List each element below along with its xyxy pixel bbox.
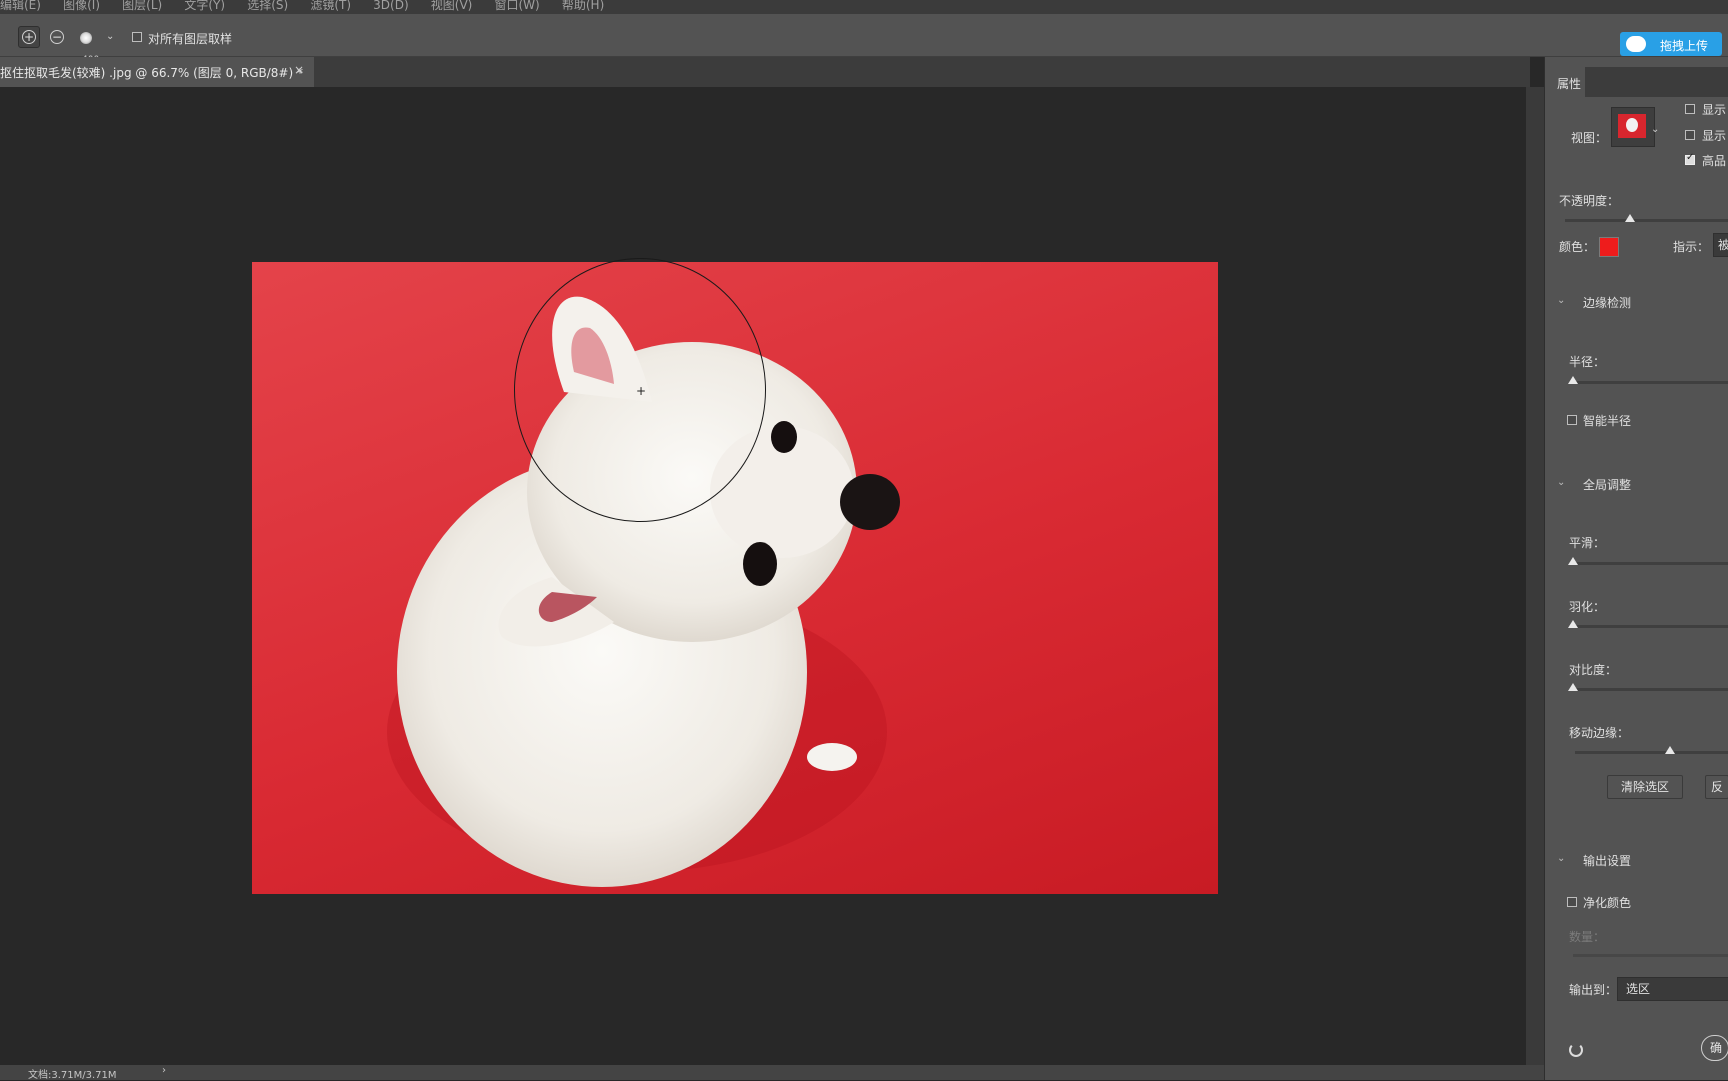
view-mode-selector[interactable] xyxy=(1611,107,1655,147)
high-quality-checkbox[interactable] xyxy=(1685,152,1695,165)
ok-button[interactable]: 确 xyxy=(1701,1035,1728,1061)
document-tab[interactable]: 抠住抠取毛发(较难) .jpg @ 66.7% (图层 0, RGB/8#) *… xyxy=(0,57,314,87)
smooth-slider-thumb[interactable] xyxy=(1568,557,1578,565)
output-to-select[interactable]: 选区 xyxy=(1617,977,1728,1001)
invert-button[interactable]: 反 xyxy=(1705,775,1728,799)
opacity-slider[interactable] xyxy=(1565,219,1728,222)
sample-all-layers-checkbox[interactable] xyxy=(132,32,142,42)
tab-properties[interactable]: 属性 xyxy=(1545,67,1585,97)
feather-slider-thumb[interactable] xyxy=(1568,620,1578,628)
decontaminate-label: 净化颜色 xyxy=(1583,896,1632,910)
indicate-select[interactable]: 被 xyxy=(1713,233,1728,257)
view-thumb-preview xyxy=(1618,114,1646,138)
high-quality-label: 高品 xyxy=(1702,154,1727,168)
document-tab-bar: 抠住抠取毛发(较难) .jpg @ 66.7% (图层 0, RGB/8#) *… xyxy=(0,57,1530,87)
contrast-slider-thumb[interactable] xyxy=(1568,683,1578,691)
vertical-scrollbar[interactable] xyxy=(1526,87,1544,1065)
shift-edge-label: 移动边缘： xyxy=(1569,726,1630,740)
global-refine-chevron-icon[interactable]: ⌄ xyxy=(1557,477,1565,488)
menu-filter[interactable]: 滤镜(T) xyxy=(310,0,351,11)
contrast-slider[interactable] xyxy=(1573,688,1728,691)
properties-panel: 属性 视图： ⌄ 显示 显示 高品 不透明度： 颜色： 指示： 被 ⌄ 边缘检测… xyxy=(1544,57,1728,1080)
cloud-icon xyxy=(1626,36,1646,52)
global-refine-heading[interactable]: 全局调整 xyxy=(1583,476,1631,493)
brush-preview-icon[interactable] xyxy=(80,32,92,44)
document-tab-title: 抠住抠取毛发(较难) .jpg @ 66.7% (图层 0, RGB/8#) * xyxy=(0,66,303,80)
reset-icon[interactable] xyxy=(1569,1043,1583,1057)
sample-all-layers-label: 对所有图层取样 xyxy=(148,32,233,46)
menu-layer[interactable]: 图层(L) xyxy=(122,0,162,11)
feather-slider[interactable] xyxy=(1573,625,1728,628)
view-label: 视图： xyxy=(1571,131,1608,145)
show-original-label: 显示 xyxy=(1702,129,1727,143)
crosshair-icon: + xyxy=(636,384,647,398)
indicate-label: 指示： xyxy=(1673,240,1710,254)
options-bar: + − 400 ⌄ 对所有图层取样 拖拽上传 xyxy=(0,14,1728,65)
edge-detection-heading[interactable]: 边缘检测 xyxy=(1583,294,1631,311)
menu-edit[interactable]: 编辑(E) xyxy=(0,0,41,11)
opacity-slider-thumb[interactable] xyxy=(1625,214,1635,222)
output-to-label: 输出到： xyxy=(1569,983,1618,997)
brush-dropdown-chevron-icon[interactable]: ⌄ xyxy=(106,31,114,42)
shift-edge-slider-thumb[interactable] xyxy=(1665,746,1675,754)
amount-slider xyxy=(1573,954,1728,957)
plus-circle-icon: + xyxy=(22,30,36,44)
minus-circle-icon: − xyxy=(50,30,64,44)
opacity-label: 不透明度： xyxy=(1559,194,1620,208)
clear-selection-button[interactable]: 清除选区 xyxy=(1607,775,1683,799)
menu-help[interactable]: 帮助(H) xyxy=(562,0,604,11)
edge-detection-chevron-icon[interactable]: ⌄ xyxy=(1557,295,1565,306)
document-size: 文档:3.71M/3.71M xyxy=(28,1070,117,1081)
menu-view[interactable]: 视图(V) xyxy=(431,0,473,11)
properties-panel-header: 属性 xyxy=(1545,67,1728,97)
smooth-label: 平滑： xyxy=(1569,536,1606,550)
feather-label: 羽化： xyxy=(1569,600,1606,614)
overlay-color-swatch[interactable] xyxy=(1599,237,1619,257)
decontaminate-checkbox[interactable] xyxy=(1567,897,1577,907)
status-bar: 文档:3.71M/3.71M › xyxy=(0,1065,1544,1081)
menu-image[interactable]: 图像(I) xyxy=(63,0,100,11)
radius-slider[interactable] xyxy=(1573,381,1728,384)
show-edge-label: 显示 xyxy=(1702,103,1727,117)
subtract-from-selection-button[interactable]: − xyxy=(46,26,68,48)
smart-radius-checkbox[interactable] xyxy=(1567,415,1577,425)
show-original-checkbox[interactable] xyxy=(1685,130,1695,140)
dog-thumb-icon xyxy=(1626,118,1638,132)
view-dropdown-chevron-icon[interactable]: ⌄ xyxy=(1651,124,1659,135)
menu-select[interactable]: 选择(S) xyxy=(247,0,288,11)
menu-type[interactable]: 文字(Y) xyxy=(184,0,225,11)
output-settings-chevron-icon[interactable]: ⌄ xyxy=(1557,853,1565,864)
radius-slider-thumb[interactable] xyxy=(1568,376,1578,384)
show-edge-checkbox[interactable] xyxy=(1685,104,1695,114)
radius-label: 半径： xyxy=(1569,355,1606,369)
smooth-slider[interactable] xyxy=(1573,562,1728,565)
upload-button[interactable]: 拖拽上传 xyxy=(1620,32,1722,56)
contrast-label: 对比度： xyxy=(1569,663,1618,677)
close-icon[interactable]: × xyxy=(294,63,304,77)
add-to-selection-button[interactable]: + xyxy=(18,26,40,48)
status-menu-arrow[interactable]: › xyxy=(162,1065,166,1076)
upload-button-label: 拖拽上传 xyxy=(1660,39,1709,53)
menu-window[interactable]: 窗口(W) xyxy=(495,0,540,11)
output-settings-heading[interactable]: 输出设置 xyxy=(1583,852,1631,869)
shift-edge-slider[interactable] xyxy=(1575,751,1728,754)
color-label: 颜色： xyxy=(1559,240,1596,254)
menu-3d[interactable]: 3D(D) xyxy=(373,0,408,11)
amount-label: 数量： xyxy=(1569,930,1606,944)
menu-bar: 编辑(E) 图像(I) 图层(L) 文字(Y) 选择(S) 滤镜(T) 3D(D… xyxy=(0,0,1728,14)
smart-radius-label: 智能半径 xyxy=(1583,414,1632,428)
tab-properties-label: 属性 xyxy=(1557,77,1582,91)
